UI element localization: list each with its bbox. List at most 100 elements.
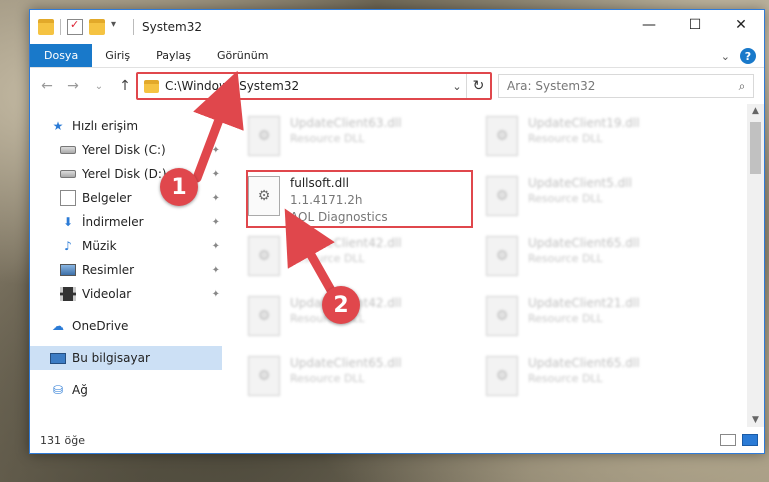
address-dropdown-icon[interactable]: ⌄ [448, 80, 466, 93]
folder-icon [144, 79, 159, 93]
file-type: Resource DLL [528, 252, 603, 265]
sidebar-item-label: Bu bilgisayar [72, 351, 150, 365]
sidebar-item-pictures[interactable]: Resimler ✦ [30, 258, 222, 282]
dll-file-icon: ⚙ [486, 236, 518, 276]
details-view-icon[interactable] [720, 434, 736, 446]
explorer-body: ★ Hızlı erişim Yerel Disk (C:) ✦ Yerel D… [30, 104, 764, 427]
up-button[interactable]: ↑ [114, 78, 136, 94]
properties-icon[interactable] [67, 18, 83, 35]
drive-icon [60, 170, 76, 178]
file-type: Resource DLL [528, 192, 603, 205]
sidebar-item-local-disk-c[interactable]: Yerel Disk (C:) ✦ [30, 138, 222, 162]
forward-button[interactable]: → [62, 78, 84, 94]
sidebar-item-downloads[interactable]: ⬇ İndirmeler ✦ [30, 210, 222, 234]
sidebar-item-label: Resimler [82, 263, 135, 277]
pin-icon[interactable]: ✦ [212, 169, 220, 180]
toolbar-divider [133, 19, 134, 35]
window-title: System32 [142, 20, 203, 34]
search-icon[interactable]: ⌕ [731, 79, 753, 94]
dll-file-icon: ⚙ [248, 176, 280, 216]
file-name: UpdateClient5.dll [528, 176, 632, 190]
address-bar[interactable]: C:\Windows\System32 ⌄ ↻ [136, 72, 492, 100]
search-input[interactable]: Ara: System32 [507, 79, 731, 93]
dll-file-icon: ⚙ [248, 236, 280, 276]
dll-file-icon: ⚙ [248, 116, 280, 156]
file-name: UpdateClient63.dll [290, 116, 402, 130]
file-item[interactable]: ⚙ UpdateClient65.dll Resource DLL [248, 352, 486, 412]
file-grid: ⚙ UpdateClient63.dll Resource DLL ⚙ Updat… [248, 112, 724, 412]
file-type: Resource DLL [528, 132, 603, 145]
file-item[interactable]: ⚙ UpdateClient19.dll Resource DLL [486, 112, 724, 172]
file-item[interactable]: ⚙ UpdateClient65.dll Resource DLL [486, 232, 724, 292]
folder-icon [38, 19, 54, 35]
dll-file-icon: ⚙ [248, 296, 280, 336]
cloud-icon: ☁ [52, 319, 64, 333]
file-item[interactable]: ⚙ UpdateClient21.dll Resource DLL [486, 292, 724, 352]
pictures-icon [60, 264, 76, 276]
pin-icon[interactable]: ✦ [212, 193, 220, 204]
dll-file-icon: ⚙ [486, 176, 518, 216]
pin-icon[interactable]: ✦ [212, 217, 220, 228]
new-folder-icon[interactable] [89, 19, 105, 35]
minimize-button[interactable]: — [626, 10, 672, 40]
scroll-down-icon[interactable]: ▼ [747, 415, 764, 425]
close-button[interactable]: ✕ [718, 10, 764, 40]
dll-file-icon: ⚙ [486, 116, 518, 156]
scrollbar-thumb[interactable] [750, 122, 761, 174]
tab-share[interactable]: Paylaş [143, 44, 204, 67]
sidebar-item-label: Ağ [72, 383, 88, 397]
file-type: Resource DLL [290, 372, 365, 385]
pin-icon[interactable]: ✦ [212, 265, 220, 276]
sidebar-item-label: Yerel Disk (C:) [82, 143, 166, 157]
file-item-fullsoft[interactable]: ⚙ fullsoft.dll 1.1.4171.2h AOL Diagnostics [248, 172, 486, 232]
file-company: AOL Diagnostics [290, 210, 388, 224]
large-icons-view-icon[interactable] [742, 434, 758, 446]
scroll-up-icon[interactable]: ▲ [747, 106, 764, 116]
sidebar-item-this-pc[interactable]: Bu bilgisayar [30, 346, 222, 370]
file-item[interactable]: ⚙ UpdateClient65.dll Resource DLL [486, 352, 724, 412]
ribbon-right-controls: ⌄ ? [721, 48, 756, 64]
file-type: Resource DLL [528, 312, 603, 325]
tab-view[interactable]: Görünüm [204, 44, 281, 67]
file-item[interactable]: ⚙ UpdateClient5.dll Resource DLL [486, 172, 724, 232]
customize-toolbar-icon[interactable]: ▾ [111, 19, 127, 35]
sidebar-item-label: Yerel Disk (D:) [82, 167, 167, 181]
address-path[interactable]: C:\Windows\System32 [165, 79, 448, 93]
help-icon[interactable]: ? [740, 48, 756, 64]
maximize-button[interactable]: ☐ [672, 10, 718, 40]
file-item[interactable]: ⚙ UpdateClient42.dllResource DLL [248, 232, 486, 292]
navigation-pane: ★ Hızlı erişim Yerel Disk (C:) ✦ Yerel D… [30, 104, 222, 427]
ribbon-tabs: Dosya Giriş Paylaş Görünüm ⌄ ? [30, 44, 764, 68]
drive-icon [60, 146, 76, 154]
tab-home[interactable]: Giriş [92, 44, 143, 67]
file-name: UpdateClient65.dll [528, 236, 640, 250]
file-item[interactable]: ⚙ UpdateClient63.dll Resource DLL [248, 112, 486, 172]
sidebar-item-label: Müzik [82, 239, 117, 253]
expand-ribbon-icon[interactable]: ⌄ [721, 50, 730, 63]
file-name: UpdateClient42.dll [290, 236, 402, 250]
pin-icon[interactable]: ✦ [212, 289, 220, 300]
pin-icon[interactable]: ✦ [212, 241, 220, 252]
sidebar-item-music[interactable]: ♪ Müzik ✦ [30, 234, 222, 258]
step-2-badge: 2 [322, 286, 360, 324]
pin-icon[interactable]: ✦ [212, 145, 220, 156]
sidebar-item-label: Belgeler [82, 191, 132, 205]
vertical-scrollbar[interactable]: ▲ ▼ [747, 104, 764, 427]
tab-file[interactable]: Dosya [30, 44, 93, 67]
computer-icon [50, 352, 66, 364]
back-button[interactable]: ← [36, 78, 58, 94]
file-list-pane: ⚙ UpdateClient63.dll Resource DLL ⚙ Updat… [222, 104, 747, 427]
sidebar-item-label: Videolar [82, 287, 132, 301]
sidebar-item-network[interactable]: ⛁ Ağ [30, 378, 222, 402]
recent-locations-button[interactable]: ⌄ [88, 81, 110, 92]
sidebar-item-quick-access[interactable]: ★ Hızlı erişim [30, 114, 222, 138]
view-toggle [720, 434, 758, 446]
refresh-button[interactable]: ↻ [466, 74, 490, 98]
sidebar-item-videos[interactable]: Videolar ✦ [30, 282, 222, 306]
sidebar-item-onedrive[interactable]: ☁ OneDrive [30, 314, 222, 338]
network-icon: ⛁ [52, 383, 64, 397]
search-box[interactable]: Ara: System32 ⌕ [498, 74, 754, 98]
file-item[interactable]: ⚙ UpdateClient42.dllResource DLL [248, 292, 486, 352]
